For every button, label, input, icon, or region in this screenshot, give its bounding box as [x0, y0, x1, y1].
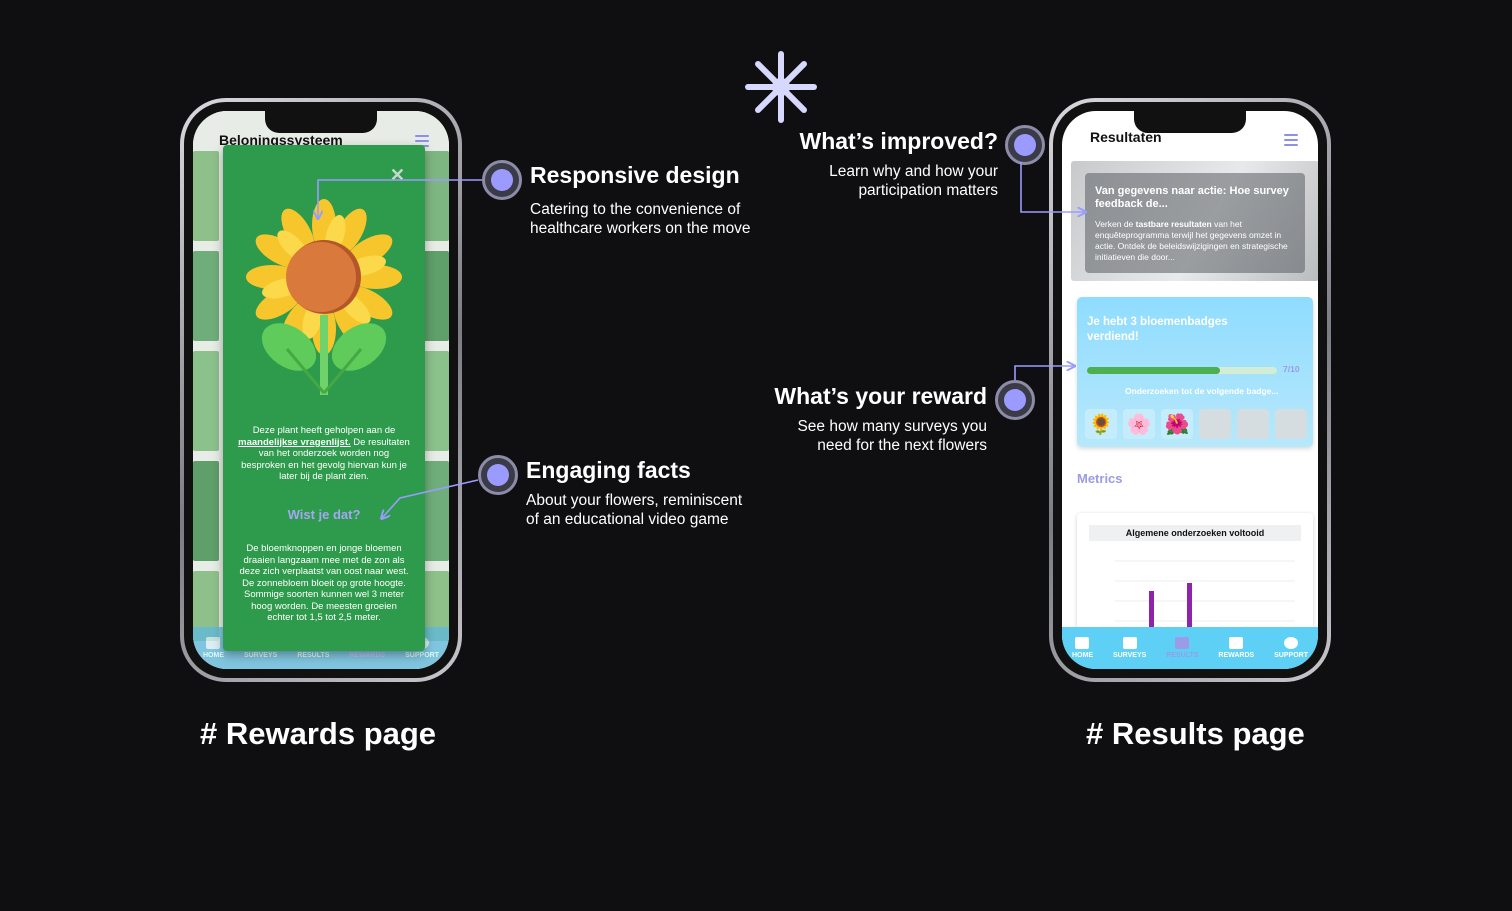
feedback-article-card[interactable]: Van gegevens naar actie: Hoe survey feed… — [1071, 161, 1318, 281]
tab-surveys[interactable]: SURVEYS — [1113, 637, 1146, 659]
badge-slots: 🌻 🌸 🌺 — [1085, 409, 1307, 439]
annotation-marker — [478, 455, 518, 495]
results-phone: Resultaten Van gegevens naar actie: Hoe … — [1049, 98, 1331, 682]
rewards-page-caption: # Rewards page — [200, 716, 437, 751]
rewards-phone: Beloningssysteem ✕ Deze plant heeft geho… — [180, 98, 462, 682]
progress-label: 7/10 — [1283, 364, 1300, 374]
empty-badge-slot — [1237, 409, 1269, 439]
tab-support[interactable]: SUPPORT — [1274, 637, 1308, 659]
tab-results[interactable]: RESULTS — [1166, 637, 1198, 659]
annotation-reward-title: What’s your reward — [774, 383, 987, 409]
plant-description: Deze plant heeft geholpen aan de maandel… — [238, 425, 410, 482]
empty-badge-slot — [1275, 409, 1307, 439]
empty-badge-slot — [1199, 409, 1231, 439]
red-flower-badge-icon: 🌺 — [1161, 409, 1193, 439]
purple-flower-badge-icon: 🌸 — [1123, 409, 1155, 439]
menu-icon[interactable] — [1284, 134, 1298, 149]
did-you-know-heading: Wist je dat? — [287, 507, 361, 522]
chart-title: Algemene onderzoeken voltooid — [1089, 525, 1301, 541]
rewards-screen: Beloningssysteem ✕ Deze plant heeft geho… — [193, 111, 449, 669]
close-icon[interactable]: ✕ — [390, 165, 405, 186]
plant-info-modal: ✕ Deze plant heeft geholpen aan de maand… — [223, 145, 425, 651]
badge-title: Je hebt 3 bloemenbadges verdiend! — [1087, 316, 1228, 343]
home-icon — [206, 637, 221, 649]
results-screen: Resultaten Van gegevens naar actie: Hoe … — [1062, 111, 1318, 669]
annotation-facts-title: Engaging facts — [526, 457, 691, 483]
sunflower-illustration — [246, 199, 402, 395]
article-title: Van gegevens naar actie: Hoe survey feed… — [1095, 185, 1289, 210]
info-icon — [1284, 637, 1299, 649]
annotation-marker — [995, 380, 1035, 420]
tab-home[interactable]: HOME — [1072, 637, 1093, 659]
annotation-responsive-text: Catering to the convenience of healthcar… — [530, 201, 751, 237]
tab-home[interactable]: HOME — [203, 637, 224, 659]
tab-rewards[interactable]: REWARDS — [1218, 637, 1254, 659]
phone-notch — [1134, 111, 1246, 133]
award-icon — [1229, 637, 1244, 649]
metrics-heading: Metrics — [1077, 471, 1123, 486]
phone-notch — [265, 111, 377, 133]
annotation-marker — [1005, 125, 1045, 165]
annotation-facts-text: About your flowers, reminiscent of an ed… — [526, 492, 743, 528]
progress-fill — [1087, 367, 1220, 374]
results-page-caption: # Results page — [1086, 716, 1305, 751]
next-badge-text: Onderzoeken tot de volgende badge... — [1125, 386, 1279, 396]
badge-progress-card: Je hebt 3 bloemenbadges verdiend! 7/10 O… — [1077, 297, 1313, 447]
sunflower-badge-icon: 🌻 — [1085, 409, 1117, 439]
sparkle-star-icon — [745, 51, 817, 123]
bottom-tab-bar: HOME SURVEYS RESULTS REWARDS SUPPORT — [1062, 627, 1318, 669]
annotation-improved-text: Learn why and how your participation mat… — [829, 163, 998, 199]
survey-link[interactable]: maandelijkse vragenlijst. — [238, 437, 350, 448]
annotation-reward-text: See how many surveys you need for the ne… — [797, 418, 987, 454]
clipboard-icon — [1122, 637, 1137, 649]
plant-fact: De bloemknoppen en jonge bloemen draaien… — [239, 543, 409, 623]
article-summary: Verken de tastbare resultaten van het en… — [1095, 219, 1288, 262]
home-icon — [1075, 637, 1090, 649]
annotation-marker — [482, 160, 522, 200]
annotation-responsive-title: Responsive design — [530, 162, 740, 188]
chart-icon — [1175, 637, 1190, 649]
badge-progress-bar — [1087, 367, 1277, 374]
annotation-improved-title: What’s improved? — [799, 128, 999, 154]
